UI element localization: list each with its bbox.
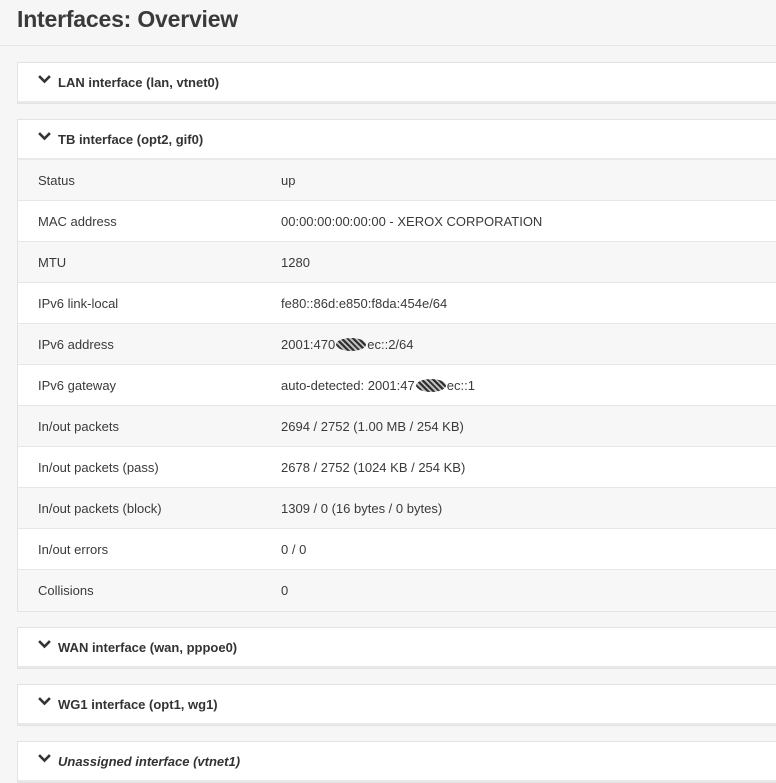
panel-wg1-interface: WG1 interface (opt1, wg1) <box>17 684 776 726</box>
panel-title-tb: TB interface (opt2, gif0) <box>58 132 203 147</box>
row-value: fe80::86d:e850:f8da:454e/64 <box>281 296 447 311</box>
row-value: 0 / 0 <box>281 542 306 557</box>
row-value: 0 <box>281 583 288 598</box>
table-row-mtu: MTU 1280 <box>18 242 776 283</box>
value-suffix: ec::2/64 <box>367 337 413 352</box>
interfaces-list: LAN interface (lan, vtnet0) TB interface… <box>0 46 776 777</box>
row-label: IPv6 address <box>18 337 281 352</box>
panel-title-unassigned: Unassigned interface (vtnet1) <box>58 754 240 769</box>
row-label: IPv6 link-local <box>18 296 281 311</box>
chevron-down-icon <box>38 130 51 143</box>
panel-lan-interface: LAN interface (lan, vtnet0) <box>17 62 776 104</box>
row-label: Collisions <box>18 583 281 598</box>
table-row-in-out-errors: In/out errors 0 / 0 <box>18 529 776 570</box>
chevron-down-icon <box>38 638 51 651</box>
row-value: up <box>281 173 295 188</box>
row-label: In/out packets (block) <box>18 501 281 516</box>
table-row-ipv6-link-local: IPv6 link-local fe80::86d:e850:f8da:454e… <box>18 283 776 324</box>
table-row-status: Status up <box>18 160 776 201</box>
row-label: In/out packets (pass) <box>18 460 281 475</box>
table-row-collisions: Collisions 0 <box>18 570 776 611</box>
row-label: IPv6 gateway <box>18 378 281 393</box>
row-label: In/out errors <box>18 542 281 557</box>
chevron-down-icon <box>38 752 51 765</box>
value-prefix: 2001:470 <box>281 337 335 352</box>
table-row-in-out-packets-block: In/out packets (block) 1309 / 0 (16 byte… <box>18 488 776 529</box>
panel-heading-unassigned[interactable]: Unassigned interface (vtnet1) <box>18 742 776 782</box>
value-suffix: ec::1 <box>447 378 475 393</box>
tb-details-table: Status up MAC address 00:00:00:00:00:00 … <box>18 160 776 611</box>
table-row-ipv6-gateway: IPv6 gateway auto-detected: 2001:47 ec::1 <box>18 365 776 406</box>
table-row-mac-address: MAC address 00:00:00:00:00:00 - XEROX CO… <box>18 201 776 242</box>
row-label: MTU <box>18 255 281 270</box>
row-label: Status <box>18 173 281 188</box>
panel-heading-tb[interactable]: TB interface (opt2, gif0) <box>18 120 776 160</box>
row-value: 1309 / 0 (16 bytes / 0 bytes) <box>281 501 442 516</box>
panel-title-wan: WAN interface (wan, pppoe0) <box>58 640 237 655</box>
row-value: 2694 / 2752 (1.00 MB / 254 KB) <box>281 419 464 434</box>
page-header: Interfaces: Overview <box>0 0 776 46</box>
panel-title-lan: LAN interface (lan, vtnet0) <box>58 75 219 90</box>
panel-heading-wan[interactable]: WAN interface (wan, pppoe0) <box>18 628 776 668</box>
row-value: 1280 <box>281 255 310 270</box>
row-label: MAC address <box>18 214 281 229</box>
panel-wan-interface: WAN interface (wan, pppoe0) <box>17 627 776 669</box>
chevron-down-icon <box>38 73 51 86</box>
table-row-in-out-packets-pass: In/out packets (pass) 2678 / 2752 (1024 … <box>18 447 776 488</box>
panel-heading-wg1[interactable]: WG1 interface (opt1, wg1) <box>18 685 776 725</box>
value-prefix: auto-detected: 2001:47 <box>281 378 415 393</box>
panel-tb-interface: TB interface (opt2, gif0) Status up MAC … <box>17 119 776 612</box>
chevron-down-icon <box>38 695 51 708</box>
panel-title-wg1: WG1 interface (opt1, wg1) <box>58 697 218 712</box>
page-title: Interfaces: Overview <box>17 6 238 33</box>
row-value: 2678 / 2752 (1024 KB / 254 KB) <box>281 460 465 475</box>
row-label: In/out packets <box>18 419 281 434</box>
table-row-in-out-packets: In/out packets 2694 / 2752 (1.00 MB / 25… <box>18 406 776 447</box>
row-value: auto-detected: 2001:47 ec::1 <box>281 378 475 393</box>
panel-heading-lan[interactable]: LAN interface (lan, vtnet0) <box>18 63 776 103</box>
row-value: 00:00:00:00:00:00 - XEROX CORPORATION <box>281 214 542 229</box>
row-value: 2001:470 ec::2/64 <box>281 337 414 352</box>
redaction-mark <box>416 379 446 392</box>
table-row-ipv6-address: IPv6 address 2001:470 ec::2/64 <box>18 324 776 365</box>
redaction-mark <box>336 338 366 351</box>
